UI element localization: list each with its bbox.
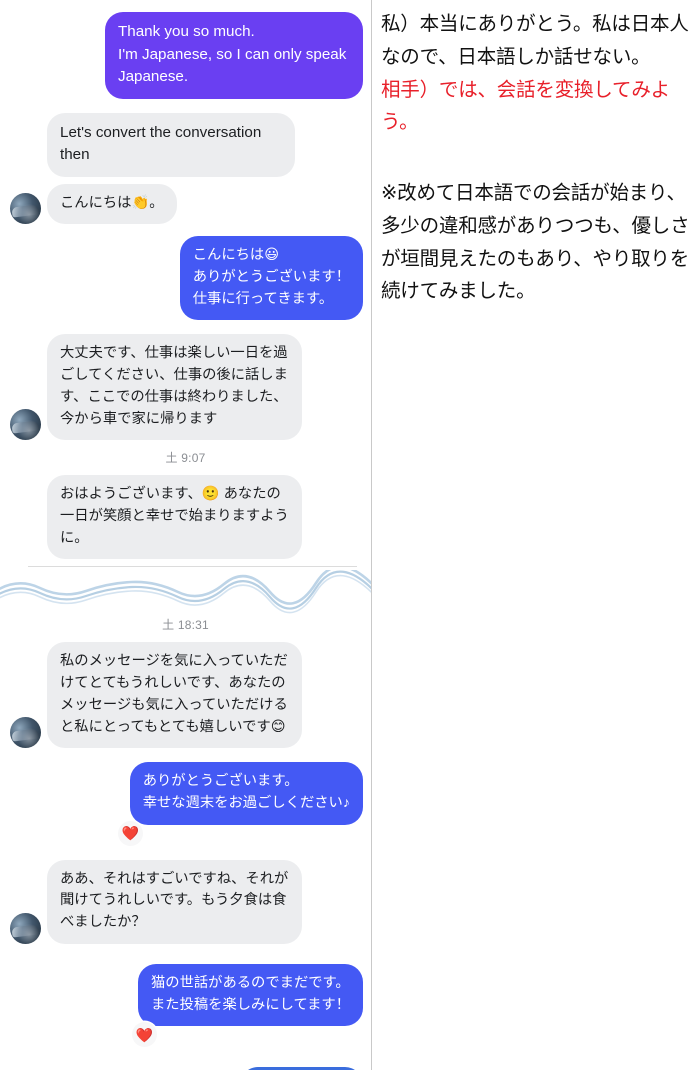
message-row-outgoing: ありがとうございます。 幸せな週末をお過ごしください♪	[0, 762, 371, 825]
message-bubble-incoming[interactable]: 私のメッセージを気に入っていただけてとてもうれしいです、あなたのメッセージも気に…	[47, 642, 302, 749]
article-paragraph-1: 私）本当にありがとう。私は日本人なので、日本語しか話せない。	[381, 12, 689, 68]
heart-reaction-icon[interactable]: ❤️	[118, 820, 143, 846]
message-bubble-incoming[interactable]: おはようございます、🙂 あなたの一日が笑顔と幸せで始まりますように。	[47, 475, 302, 560]
message-bubble-outgoing[interactable]: 猫の世話があるのでまだです。 また投稿を楽しみにしてます！	[137, 963, 363, 1027]
timestamp-divider: 土 18:31	[162, 618, 209, 633]
message-bubble-outgoing[interactable]: ありがとうございます。 幸せな週末をお過ごしください♪	[129, 762, 363, 825]
chat-conversation-panel[interactable]: Thank you so much. I'm Japanese, so I ca…	[0, 0, 372, 1070]
avatar[interactable]	[10, 409, 41, 441]
message-bubble-incoming[interactable]: Let's convert the conversation then	[47, 112, 295, 177]
message-bubble-outgoing[interactable]: こんにちは😃 ありがとうございます！ 仕事に行ってきます。	[179, 236, 363, 321]
reaction-row: ❤️	[0, 1022, 371, 1048]
reaction-row: ❤️	[0, 820, 371, 846]
avatar[interactable]	[10, 912, 41, 944]
message-row-outgoing: こんにちは😃 ありがとうございます！ 仕事に行ってきます。	[0, 236, 371, 321]
message-row-incoming: ああ、それはすごいですね、それが聞けてうれしいです。もう夕食は食べましたか？	[0, 859, 371, 944]
article-paragraph-2-highlight: 相手）では、会話を変換してみよう。	[381, 77, 670, 134]
message-bubble-outgoing[interactable]: Thank you so much. I'm Japanese, so I ca…	[105, 12, 363, 99]
avatar[interactable]	[10, 717, 41, 749]
message-row-outgoing: Thank you so much. I'm Japanese, so I ca…	[0, 12, 371, 99]
message-bubble-incoming[interactable]: ああ、それはすごいですね、それが聞けてうれしいです。もう夕食は食べましたか？	[47, 859, 302, 944]
article-paragraph-3: ※改めて日本語での会話が始まり、多少の違和感がありつつも、優しさが垣間見えたのも…	[381, 181, 690, 303]
screenshot-root: Thank you so much. I'm Japanese, so I ca…	[0, 0, 700, 1070]
message-row-incoming: 私のメッセージを気に入っていただけてとてもうれしいです、あなたのメッセージも気に…	[0, 642, 371, 749]
timestamp-divider: 土 9:07	[165, 451, 206, 466]
wave-separator-decoration	[0, 566, 371, 614]
message-row-incoming: おはようございます、🙂 あなたの一日が笑顔と幸せで始まりますように。	[0, 475, 371, 560]
message-bubble-incoming[interactable]: 大丈夫です、仕事は楽しい一日を過ごしてください、仕事の後に話します、ここでの仕事…	[47, 334, 302, 441]
hairline-rule	[28, 566, 357, 568]
message-row-outgoing: 猫の世話があるのでまだです。 また投稿を楽しみにしてます！	[0, 963, 371, 1027]
article-text-panel: 私）本当にありがとう。私は日本人なので、日本語しか話せない。 相手）では、会話を…	[373, 0, 700, 1070]
message-bubble-incoming[interactable]: こんにちは👏。	[47, 183, 177, 225]
avatar[interactable]	[10, 193, 41, 225]
message-row-incoming: こんにちは👏。	[0, 183, 371, 225]
message-row-incoming: Let's convert the conversation then	[0, 112, 371, 177]
message-row-incoming: 大丈夫です、仕事は楽しい一日を過ごしてください、仕事の後に話します、ここでの仕事…	[0, 334, 371, 441]
heart-reaction-icon[interactable]: ❤️	[132, 1022, 157, 1048]
wave-icon	[0, 570, 371, 614]
